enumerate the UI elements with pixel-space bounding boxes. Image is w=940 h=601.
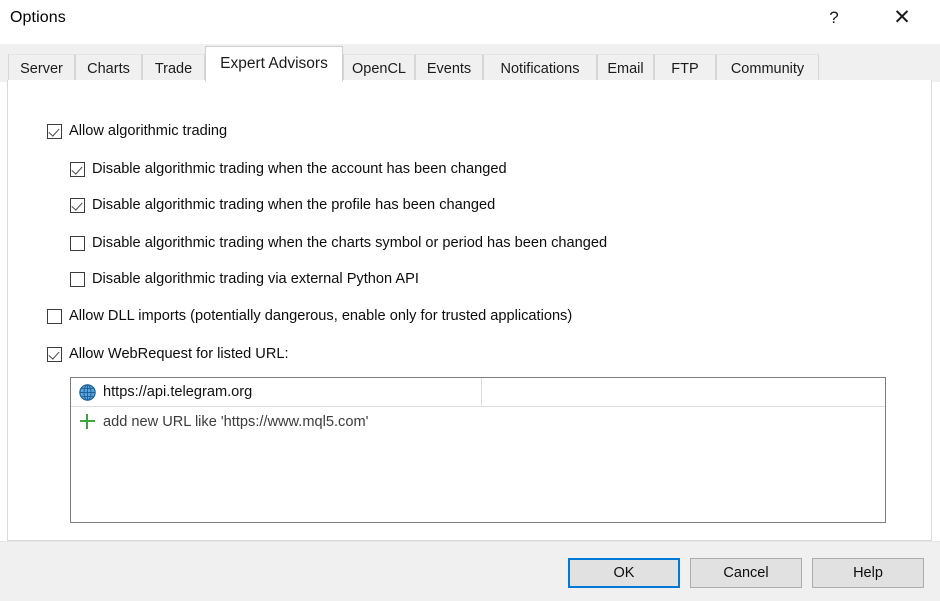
checkbox-label: Allow DLL imports (potentially dangerous… — [69, 308, 573, 324]
checkbox-label: Disable algorithmic trading when the pro… — [92, 197, 496, 213]
add-url-hint: add new URL like 'https://www.mql5.com' — [103, 413, 369, 430]
checkbox-label: Allow algorithmic trading — [69, 123, 228, 139]
close-button[interactable]: ✕ — [879, 0, 925, 34]
checkbox-checked-icon[interactable] — [47, 347, 62, 362]
ok-button[interactable]: OK — [568, 558, 680, 588]
checkbox-unchecked-icon[interactable] — [70, 236, 85, 251]
help-button[interactable]: Help — [812, 558, 924, 588]
close-icon: ✕ — [893, 5, 911, 29]
tab-server[interactable]: Server — [8, 54, 75, 82]
checkbox-checked-icon[interactable] — [70, 162, 85, 177]
question-mark-icon: ? — [829, 7, 839, 27]
tab-events[interactable]: Events — [415, 54, 483, 82]
title-help-button[interactable]: ? — [811, 0, 857, 34]
checkbox-row-allow-webrequest-for-listed-url[interactable]: Allow WebRequest for listed URL: — [47, 345, 289, 363]
checkbox-checked-icon[interactable] — [70, 198, 85, 213]
url-value: https://api.telegram.org — [103, 384, 253, 400]
tab-ftp[interactable]: FTP — [654, 54, 716, 82]
checkbox-row-allow-algorithmic-trading[interactable]: Allow algorithmic trading — [47, 122, 227, 140]
plus-icon — [80, 414, 95, 429]
checkbox-unchecked-icon[interactable] — [47, 309, 62, 324]
cancel-button[interactable]: Cancel — [690, 558, 802, 588]
globe-icon — [79, 383, 96, 401]
checkbox-row-disable-algorithmic-trading-when-the-profi[interactable]: Disable algorithmic trading when the pro… — [70, 196, 495, 214]
tab-email[interactable]: Email — [597, 54, 654, 82]
dialog-footer: OK Cancel Help — [0, 541, 940, 601]
tab-notifications[interactable]: Notifications — [483, 54, 597, 82]
checkbox-row-allow-dll-imports-potentially-dangerous-en[interactable]: Allow DLL imports (potentially dangerous… — [47, 307, 572, 325]
add-new-url-row[interactable]: add new URL like 'https://www.mql5.com' — [71, 407, 885, 436]
column-divider — [481, 378, 482, 407]
tab-expert-advisors[interactable]: Expert Advisors — [205, 46, 343, 82]
checkbox-row-disable-algorithmic-trading-when-the-chart[interactable]: Disable algorithmic trading when the cha… — [70, 234, 607, 252]
title-bar: Options ? ✕ — [0, 0, 940, 44]
expert-advisors-panel: Allow algorithmic trading Disable algorit… — [7, 80, 932, 541]
tab-community[interactable]: Community — [716, 54, 819, 82]
checkbox-row-disable-algorithmic-trading-via-external-p[interactable]: Disable algorithmic trading via external… — [70, 270, 419, 288]
checkbox-checked-icon[interactable] — [47, 124, 62, 139]
webrequest-url-list[interactable]: https://api.telegram.org add new URL lik… — [70, 377, 886, 523]
url-list-item[interactable]: https://api.telegram.org — [71, 378, 885, 407]
checkbox-label: Disable algorithmic trading when the cha… — [92, 235, 608, 251]
tab-strip: Server Charts Trade Expert Advisors OpenCL Ev… — [0, 44, 940, 82]
checkbox-label: Disable algorithmic trading when the acc… — [92, 161, 507, 177]
checkbox-row-disable-algorithmic-trading-when-the-accou[interactable]: Disable algorithmic trading when the acc… — [70, 160, 507, 178]
tab-trade[interactable]: Trade — [142, 54, 205, 82]
checkbox-label: Allow WebRequest for listed URL: — [69, 346, 289, 362]
tab-opencl[interactable]: OpenCL — [343, 54, 415, 82]
checkbox-label: Disable algorithmic trading via external… — [92, 271, 419, 287]
checkbox-unchecked-icon[interactable] — [70, 272, 85, 287]
tab-charts[interactable]: Charts — [75, 54, 142, 82]
window-title: Options — [10, 9, 66, 26]
